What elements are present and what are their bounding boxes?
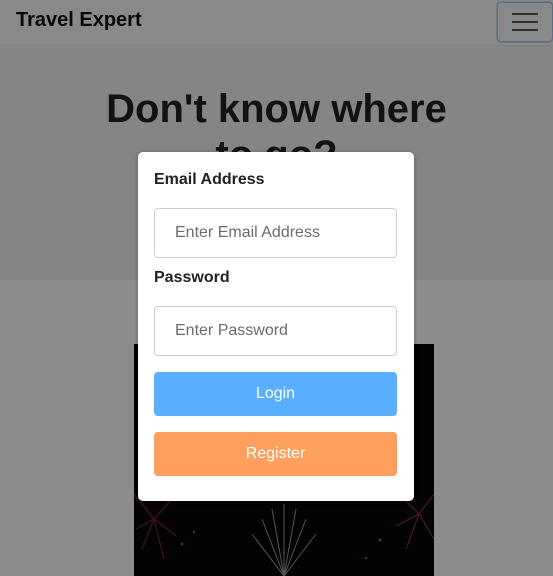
email-field[interactable] [154,208,397,258]
email-label: Email Address [154,171,265,188]
password-label: Password [154,269,230,286]
password-field[interactable] [154,306,397,356]
register-button[interactable]: Register [154,432,397,476]
login-modal: Email Address Password Login Register [138,152,414,501]
login-button[interactable]: Login [154,372,397,416]
